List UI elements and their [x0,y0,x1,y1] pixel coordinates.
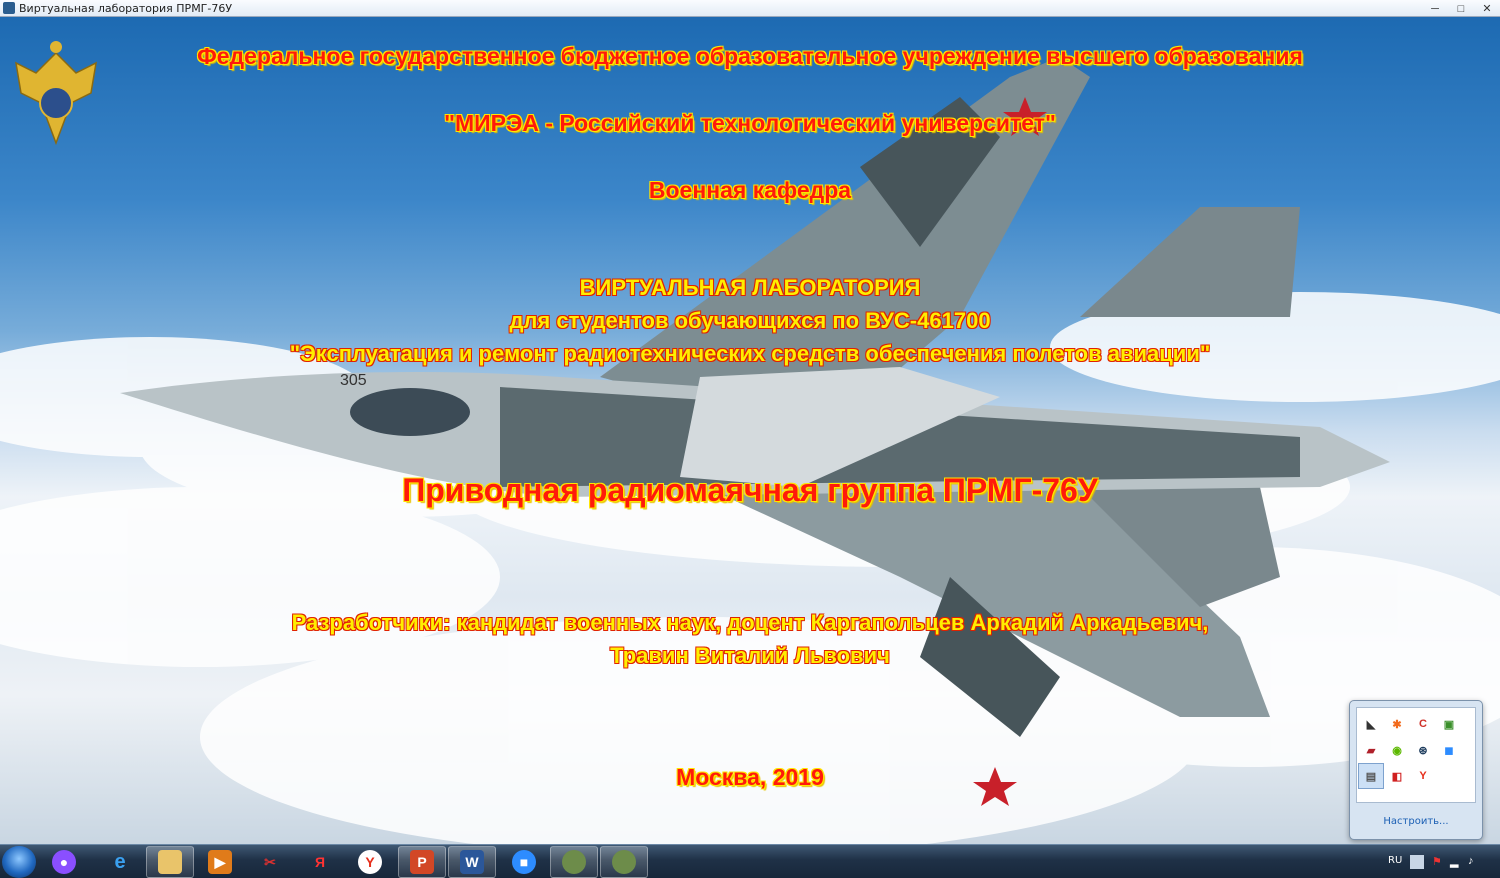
language-indicator[interactable]: RU [1388,855,1402,866]
emblem-icon [612,850,636,874]
flag-icon[interactable]: ⚑ [1432,855,1446,869]
tool-button[interactable]: ✂ [246,846,294,878]
alice-button[interactable]: ● [40,846,88,878]
word-icon: W [460,850,484,874]
emblem-icon [562,850,586,874]
audience-line: для студентов обучающихся по ВУС-461700 [509,308,991,333]
internet-explorer-button[interactable]: e [96,846,144,878]
close-button[interactable]: ✕ [1474,0,1500,17]
notification-area-popup: ◣ ✱ C ▣ ▰ ◉ ⊛ ◼ ▤ ◧ Y Настроить... [1349,700,1483,840]
avast-icon[interactable]: ✱ [1384,711,1410,737]
app-tray-icon[interactable]: ◣ [1358,711,1384,737]
ccleaner-icon[interactable]: C [1410,711,1436,737]
yandex-icon: Я [314,854,326,870]
flash-icon[interactable]: ◧ [1384,763,1410,789]
jet-background: 305 [0,57,1500,844]
customize-link[interactable]: Настроить... [1350,816,1482,827]
folder-icon [158,850,182,874]
institution-line: Федеральное государственное бюджетное об… [197,43,1303,69]
nvidia-icon[interactable]: ◉ [1384,737,1410,763]
yandex-browser-button[interactable]: Y [346,846,394,878]
show-hidden-icons-button[interactable] [1410,855,1424,869]
alice-icon: ● [52,850,76,874]
tool-icon: ✂ [264,853,276,870]
lab-app-button-2[interactable] [600,846,648,878]
lab-app-button-1[interactable] [550,846,598,878]
slide-stage: 305 Федеральное государственное бюджетно… [0,17,1500,844]
zoom-icon[interactable]: ◼ [1436,737,1462,763]
app-icon [3,2,15,14]
speaker-icon[interactable]: ▰ [1358,737,1384,763]
jet-number: 305 [340,372,367,389]
university-line: "МИРЭА - Российский технологический унив… [444,110,1056,136]
authors-line-2: Травин Виталий Львович [610,643,890,668]
word-button[interactable]: W [448,846,496,878]
network-icon[interactable]: ▤ [1358,763,1384,789]
media-player-button[interactable]: ▶ [196,846,244,878]
zoom-button[interactable]: ■ [500,846,548,878]
minimize-button[interactable]: ─ [1422,0,1448,17]
volume-icon[interactable]: ♪ [1468,855,1482,869]
window-titlebar: Виртуальная лаборатория ПРМГ-76У ─ □ ✕ [0,0,1500,17]
main-title: Приводная радиомаячная группа ПРМГ-76У [402,472,1098,508]
maximize-button[interactable]: □ [1448,0,1474,17]
zoom-icon: ■ [512,850,536,874]
steam-icon[interactable]: ⊛ [1410,737,1436,763]
city-year: Москва, 2019 [676,764,824,790]
authors-line-1: Разработчики: кандидат военных наук, доц… [291,610,1209,635]
network-signal-icon[interactable]: ▂ [1450,855,1464,869]
media-player-icon: ▶ [208,850,232,874]
yandex-icon[interactable]: Y [1410,763,1436,789]
internet-explorer-icon: e [114,850,126,873]
window-title: Виртуальная лаборатория ПРМГ-76У [19,1,233,15]
yandex-browser-icon: Y [358,850,382,874]
specialty-line: "Эксплуатация и ремонт радиотехнических … [289,341,1211,366]
taskbar: ● e ▶ ✂ Я Y P W ■ RU ⚑ ▂ ♪ [0,844,1500,878]
printer-icon[interactable]: ▣ [1436,711,1462,737]
start-button[interactable] [2,846,36,878]
yandex-button[interactable]: Я [296,846,344,878]
powerpoint-button[interactable]: P [398,846,446,878]
tray-icons-grid: ◣ ✱ C ▣ ▰ ◉ ⊛ ◼ ▤ ◧ Y [1358,711,1462,789]
powerpoint-icon: P [410,850,434,874]
department-line: Военная кафедра [648,177,852,203]
virtual-lab-heading: ВИРТУАЛЬНАЯ ЛАБОРАТОРИЯ [579,275,921,300]
explorer-button[interactable] [146,846,194,878]
